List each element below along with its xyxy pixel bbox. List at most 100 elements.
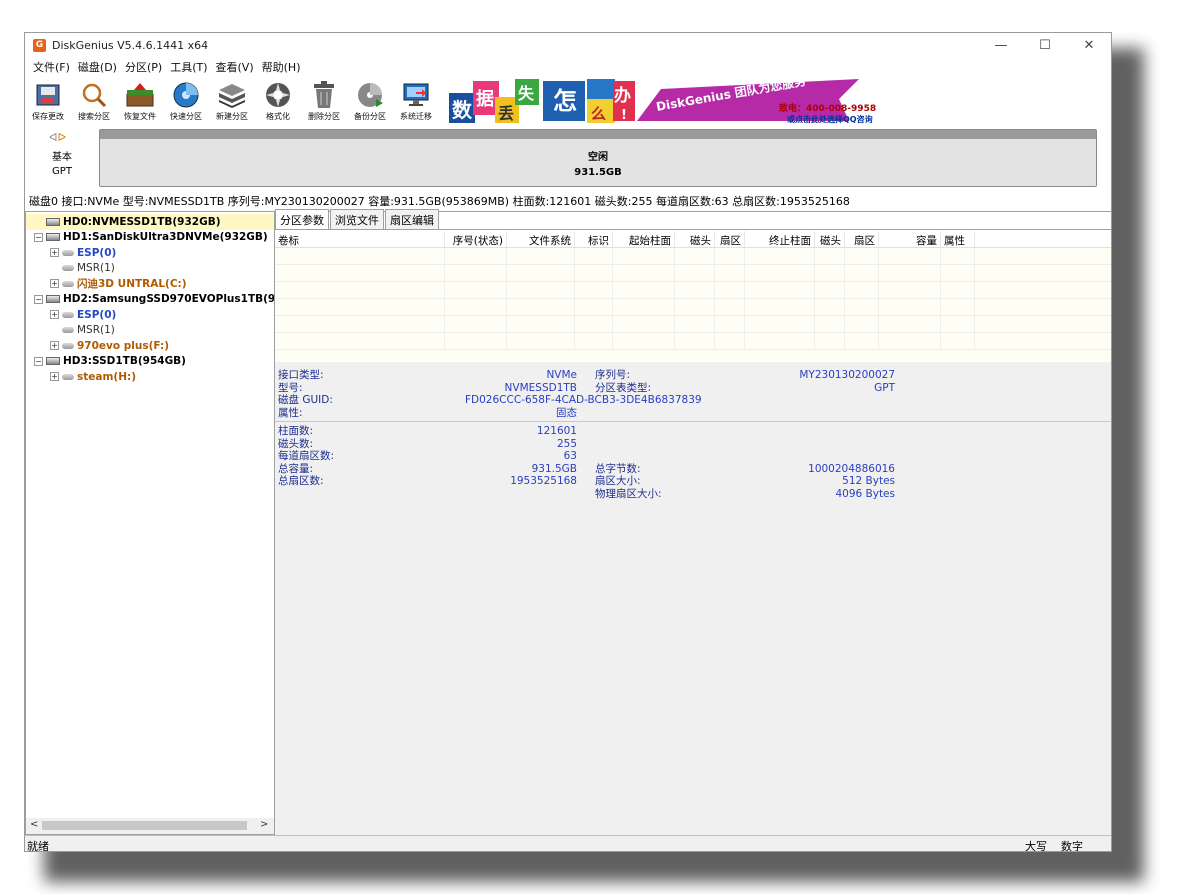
tree-disk-node[interactable]: HD0:NVMESSD1TB(932GB)	[26, 214, 274, 230]
tree-partition-node[interactable]: +970evo plus(F:)	[26, 338, 274, 354]
table-cell	[613, 265, 675, 281]
table-cell	[941, 316, 975, 332]
tree-partition-node[interactable]: MSR(1)	[26, 323, 274, 339]
format-button[interactable]: 格式化	[255, 77, 301, 125]
delete-partition-button[interactable]: 删除分区	[301, 77, 347, 125]
tree-disk-node[interactable]: − HD2:SamsungSSD970EVOPlus1TB(932	[26, 292, 274, 308]
sector-size-label: 扇区大小:	[595, 475, 641, 487]
heads-label: 磁头数:	[278, 437, 314, 450]
menu-file[interactable]: 文件(F)	[29, 59, 74, 75]
scroll-right-icon[interactable]: >	[260, 819, 268, 830]
minimize-button[interactable]: —	[979, 33, 1023, 57]
menu-tools[interactable]: 工具(T)	[166, 59, 211, 75]
new-partition-button[interactable]: 新建分区	[209, 77, 255, 125]
table-cell	[845, 316, 879, 332]
table-cell	[815, 265, 845, 281]
menu-help[interactable]: 帮助(H)	[258, 59, 305, 75]
table-cell	[275, 333, 445, 349]
collapse-icon[interactable]: −	[34, 294, 43, 304]
table-cell	[815, 299, 845, 315]
column-header[interactable]: 扇区	[715, 231, 745, 247]
disk-nav-arrows[interactable]: ᐊᐅ	[49, 131, 66, 144]
expand-icon[interactable]: +	[50, 310, 59, 320]
table-cell	[845, 248, 879, 264]
column-header[interactable]: 磁头	[815, 231, 845, 247]
free-space-block[interactable]: 空闲 931.5GB	[99, 129, 1097, 187]
column-header[interactable]: 序号(状态)	[445, 231, 507, 247]
maximize-button[interactable]: ☐	[1023, 33, 1067, 57]
next-disk-icon[interactable]: ᐅ	[57, 131, 65, 144]
tree-node-label: 970evo plus(F:)	[77, 339, 169, 352]
column-header[interactable]: 起始柱面	[613, 231, 675, 247]
partition-icon	[62, 249, 74, 256]
tab-sector-editor[interactable]: 扇区编辑	[385, 209, 439, 229]
system-migration-button[interactable]: 系统迁移	[393, 77, 439, 125]
banner-char-8: !	[621, 108, 627, 123]
expand-icon[interactable]: +	[50, 248, 59, 258]
model-value: NVMESSD1TB	[504, 381, 577, 394]
tree-partition-node[interactable]: + ESP(0)	[26, 307, 274, 323]
physical-sector-size-label: 物理扇区大小:	[595, 487, 662, 500]
table-cell	[941, 282, 975, 298]
partition-icon	[62, 342, 74, 349]
expand-icon[interactable]: +	[50, 279, 59, 289]
close-button[interactable]: ✕	[1067, 33, 1111, 57]
menu-bar: 文件(F) 磁盘(D) 分区(P) 工具(T) 查看(V) 帮助(H)	[25, 57, 1111, 77]
tree-horizontal-scrollbar[interactable]: < >	[26, 818, 274, 834]
tab-partition-params[interactable]: 分区参数	[275, 209, 329, 229]
table-cell	[445, 299, 507, 315]
scroll-left-icon[interactable]: <	[30, 819, 38, 830]
column-header[interactable]: 文件系统	[507, 231, 575, 247]
num-lock-indicator: 数字	[1061, 840, 1083, 852]
table-cell	[275, 282, 445, 298]
menu-disk[interactable]: 磁盘(D)	[74, 59, 121, 75]
column-header[interactable]: 容量	[879, 231, 941, 247]
column-header[interactable]: 扇区	[845, 231, 879, 247]
tree-node-label: HD0:NVMESSD1TB(932GB)	[63, 215, 221, 228]
expand-icon[interactable]: +	[50, 372, 59, 382]
table-cell	[815, 333, 845, 349]
tree-disk-node[interactable]: − HD1:SanDiskUltra3DNVMe(932GB)	[26, 230, 274, 246]
table-cell	[879, 316, 941, 332]
expand-icon[interactable]: +	[50, 341, 59, 351]
table-cell	[675, 248, 715, 264]
menu-view[interactable]: 查看(V)	[212, 59, 258, 75]
recover-files-button[interactable]: 恢复文件	[117, 77, 163, 125]
table-cell	[745, 248, 815, 264]
support-banner[interactable]: 数 据 丢 失 怎 么 办 ! DiskGenius 团队为您服务 致电：400…	[449, 77, 881, 125]
collapse-icon[interactable]: −	[34, 232, 43, 242]
tab-browse-files[interactable]: 浏览文件	[330, 209, 384, 229]
search-partition-button[interactable]: 搜索分区	[71, 77, 117, 125]
partition-icon	[62, 311, 74, 318]
table-cell	[675, 316, 715, 332]
scroll-thumb[interactable]	[42, 821, 247, 830]
table-cell	[941, 248, 975, 264]
collapse-icon[interactable]: −	[34, 356, 43, 366]
tree-partition-node[interactable]: + 闪迪3D UNTRAL(C:)	[26, 276, 274, 292]
tree-partition-node[interactable]: + steam(H:)	[26, 369, 274, 385]
table-cell	[879, 265, 941, 281]
tree-partition-node[interactable]: MSR(1)	[26, 261, 274, 277]
column-header[interactable]: 磁头	[675, 231, 715, 247]
total-bytes-label: 总字节数:	[595, 462, 641, 475]
quick-partition-button[interactable]: 快速分区	[163, 77, 209, 125]
tree-partition-node[interactable]: + ESP(0)	[26, 245, 274, 261]
column-header[interactable]: 标识	[575, 231, 613, 247]
backup-partition-button[interactable]: 备份分区	[347, 77, 393, 125]
tree-disk-node[interactable]: − HD3:SSD1TB(954GB)	[26, 354, 274, 370]
ptable-type-value: GPT	[874, 381, 895, 394]
menu-partition[interactable]: 分区(P)	[121, 59, 166, 75]
table-cell	[941, 265, 975, 281]
table-cell	[675, 282, 715, 298]
column-header[interactable]: 终止柱面	[745, 231, 815, 247]
tree-node-label: HD3:SSD1TB(954GB)	[63, 355, 186, 368]
save-changes-button[interactable]: 保存更改	[25, 77, 71, 125]
table-cell	[575, 248, 613, 264]
disk-info-line: 磁盘0 接口:NVMe 型号:NVMESSD1TB 序列号:MY23013020…	[29, 195, 850, 208]
table-cell	[575, 333, 613, 349]
tree-node-label: 闪迪3D UNTRAL(C:)	[77, 278, 187, 291]
column-header[interactable]: 卷标	[275, 231, 445, 247]
column-header[interactable]: 属性	[941, 231, 975, 247]
search-partition-icon	[79, 81, 109, 109]
tree-node-label: HD1:SanDiskUltra3DNVMe(932GB)	[63, 231, 268, 244]
